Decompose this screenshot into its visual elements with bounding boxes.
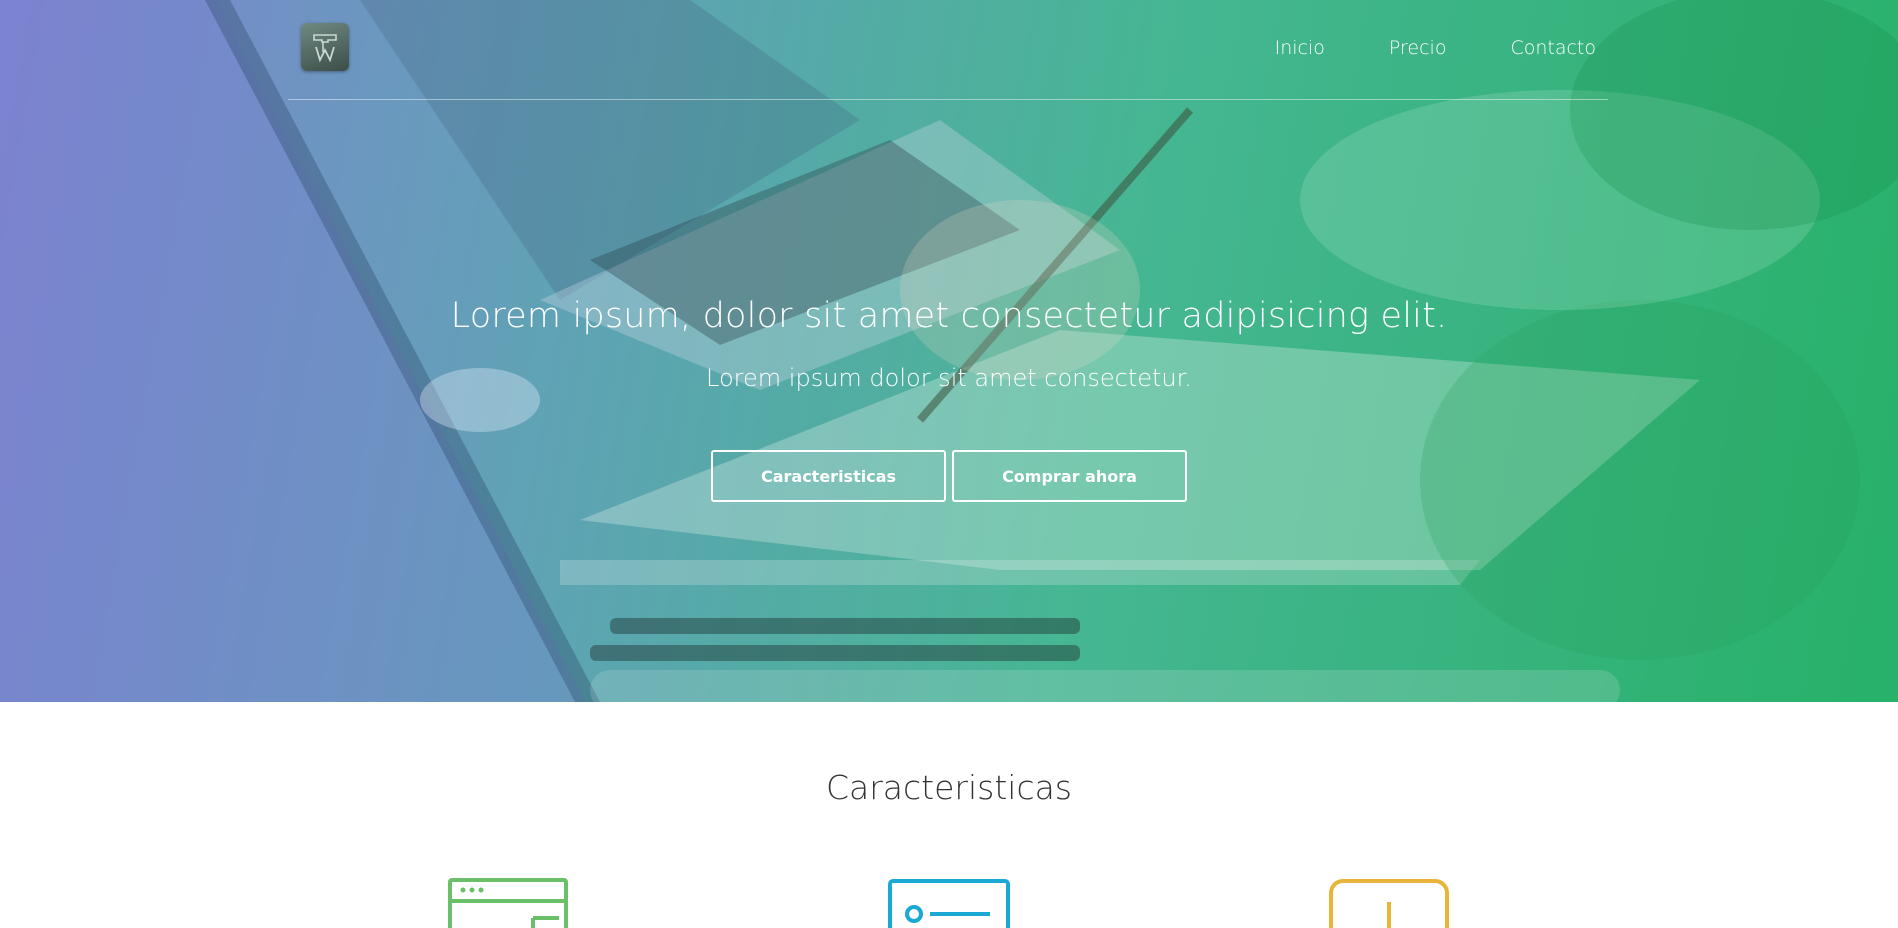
- features-button[interactable]: Caracteristicas: [711, 450, 946, 502]
- nav-link-inicio[interactable]: Inicio: [1275, 37, 1325, 59]
- browser-window-icon: [447, 876, 573, 928]
- top-navbar: Inicio Precio Contacto: [288, 0, 1608, 100]
- hero-buttons: Caracteristicas Comprar ahora: [711, 450, 1187, 502]
- mobile-device-icon: [1327, 876, 1453, 928]
- brand-logo[interactable]: [301, 23, 349, 71]
- hero-subtitle: Lorem ipsum dolor sit amet consectetur.: [706, 364, 1192, 392]
- id-card-icon: [886, 876, 1012, 928]
- nav-link-contacto[interactable]: Contacto: [1510, 37, 1596, 59]
- hero-background-photo: [0, 0, 1898, 702]
- hero-title: Lorem ipsum, dolor sit amet consectetur …: [450, 296, 1448, 336]
- features-title: Caracteristicas: [825, 768, 1073, 807]
- nav-links: Inicio Precio Contacto: [1275, 37, 1596, 59]
- nav-link-precio[interactable]: Precio: [1389, 37, 1447, 59]
- hero-section: Inicio Precio Contacto Lorem ipsum, dolo…: [0, 0, 1898, 702]
- buy-now-button[interactable]: Comprar ahora: [952, 450, 1187, 502]
- tw-logo-icon: [313, 34, 337, 63]
